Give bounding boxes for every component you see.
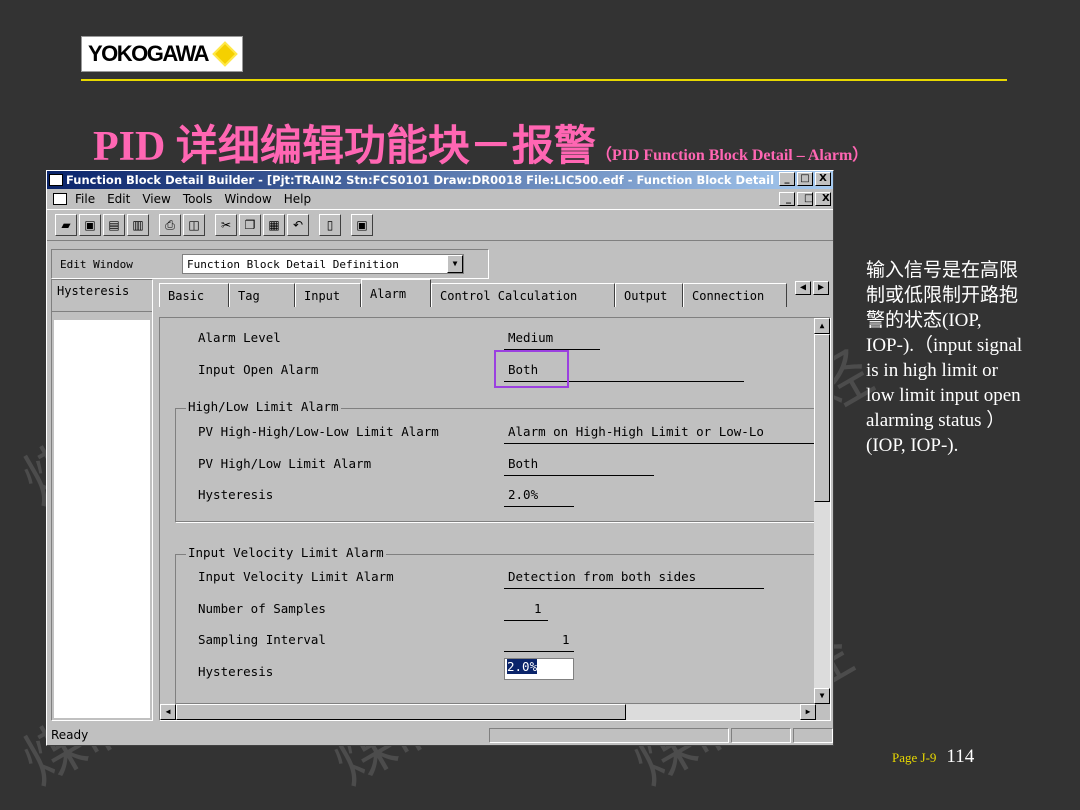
minimize-button[interactable]: _ [779,172,795,186]
window-titlebar[interactable]: Function Block Detail Builder - [Pjt:TRA… [47,171,833,189]
open-icon[interactable]: ▰ [55,214,77,236]
print-icon[interactable]: ⎙ [159,214,181,236]
slide-title: PID 详细编辑功能块－报警（PID Function Block Detail… [93,112,868,173]
tab-connection[interactable]: Connection [683,283,787,307]
tab-output[interactable]: Output [615,283,683,307]
menu-edit[interactable]: Edit [101,192,136,206]
scroll-down-icon[interactable]: ▼ [814,688,830,704]
sampling-interval-label: Sampling Interval [198,632,326,647]
toolbar: ▰ ▣ ▤ ▥ ⎙ ◫ ✂ ❐ ▦ ↶ ▯ ▣ [47,209,833,241]
left-pane-list[interactable] [54,320,150,718]
child-restore-button[interactable]: □ [797,192,813,206]
left-pane: Hysteresis [51,279,153,721]
menu-bar: File Edit View Tools Window Help _ □ X [47,189,833,209]
side-note: 输入信号是在高限制或低限制开路抱警的状态(IOP, IOP-).（input s… [866,260,1023,456]
pv-hl-field[interactable]: Both [508,456,538,471]
save-all-icon[interactable]: ▤ [103,214,125,236]
horizontal-scrollbar[interactable]: ◀ ▶ [160,704,816,720]
preview-icon[interactable]: ◫ [183,214,205,236]
copy-icon[interactable]: ❐ [239,214,261,236]
hysteresis-field[interactable]: 2.0% [508,487,538,502]
divider [81,79,1007,81]
edit-window-value: Function Block Detail Definition [187,257,399,271]
input-open-alarm-label: Input Open Alarm [198,362,319,377]
window-icon[interactable]: ▣ [351,214,373,236]
status-bar: Ready [49,726,833,744]
hysteresis-input[interactable]: 2.0% [504,658,574,680]
status-panel [731,728,791,743]
tab-input[interactable]: Input [295,283,361,307]
tab-tag[interactable]: Tag [229,283,295,307]
tab-alarm[interactable]: Alarm [361,279,431,307]
app-window: Function Block Detail Builder - [Pjt:TRA… [46,170,834,746]
edit-window-label: Edit Window [60,257,133,271]
highlight-box [494,350,569,388]
samples-label: Number of Samples [198,601,326,616]
left-pane-header: Hysteresis [52,280,152,312]
hysteresis-label: Hysteresis [198,664,274,679]
save-icon[interactable]: ▣ [79,214,101,236]
tab-scroll-right-icon[interactable]: ▶ [813,281,829,295]
page-label: Page J-9 [892,750,937,765]
page-number: 114 [946,746,975,767]
title-cn: PID 详细编辑功能块－报警 [93,124,596,170]
h-scroll-thumb[interactable] [176,704,626,720]
velocity-limit-field[interactable]: Detection from both sides [508,569,696,584]
tab-scroll-left-icon[interactable]: ◀ [795,281,811,295]
view-icon[interactable]: ▯ [319,214,341,236]
tab-basic[interactable]: Basic [159,283,229,307]
menu-tools[interactable]: Tools [177,192,219,206]
scroll-right-icon[interactable]: ▶ [800,704,816,720]
paste-icon[interactable]: ▦ [263,214,285,236]
vertical-scrollbar[interactable]: ▲ ▼ [814,318,830,704]
size-grip[interactable] [793,728,833,743]
child-minimize-button[interactable]: _ [779,192,795,206]
chevron-down-icon[interactable]: ▼ [447,255,463,273]
group-title: High/Low Limit Alarm [186,399,341,414]
status-panel [489,728,729,743]
samples-field[interactable]: 1 [534,601,542,616]
scroll-up-icon[interactable]: ▲ [814,318,830,334]
alarm-level-field[interactable]: Medium [508,330,553,345]
maximize-button[interactable]: □ [797,172,813,186]
velocity-limit-label: Input Velocity Limit Alarm [198,569,394,584]
pv-hl-label: PV High/Low Limit Alarm [198,456,372,471]
diamond-icon [212,41,238,67]
status-text: Ready [51,728,89,742]
window-title: Function Block Detail Builder - [Pjt:TRA… [66,173,801,187]
app-icon [49,174,63,186]
cut-icon[interactable]: ✂ [215,214,237,236]
menu-file[interactable]: File [69,192,101,206]
page-footer: Page J-9 114 [892,746,974,768]
doc-icon [53,193,67,205]
yokogawa-logo: YOKOGAWA [81,36,243,72]
scroll-thumb[interactable] [814,334,830,502]
tab-strip: Basic Tag Input Alarm Control Calculatio… [159,279,831,309]
edit-window-select[interactable]: Function Block Detail Definition ▼ [182,254,464,274]
menu-window[interactable]: Window [218,192,277,206]
group-title: Input Velocity Limit Alarm [186,545,386,560]
menu-view[interactable]: View [136,192,176,206]
alarm-level-label: Alarm Level [198,330,281,345]
title-en: （PID Function Block Detail – Alarm） [595,147,869,164]
undo-icon[interactable]: ↶ [287,214,309,236]
child-close-button[interactable]: X [815,192,831,206]
tab-control-calculation[interactable]: Control Calculation [431,283,615,307]
pv-hh-ll-field[interactable]: Alarm on High-High Limit or Low-Lo [508,424,764,439]
scroll-left-icon[interactable]: ◀ [160,704,176,720]
close-button[interactable]: X [815,172,831,186]
logo-text: YOKOGAWA [88,41,210,66]
sampling-interval-field[interactable]: 1 [562,632,570,647]
print-preview-icon[interactable]: ▥ [127,214,149,236]
edit-window-row: Edit Window Function Block Detail Defini… [51,249,489,279]
hysteresis-label: Hysteresis [198,487,274,502]
pv-hh-ll-label: PV High-High/Low-Low Limit Alarm [198,424,439,439]
menu-help[interactable]: Help [278,192,317,206]
